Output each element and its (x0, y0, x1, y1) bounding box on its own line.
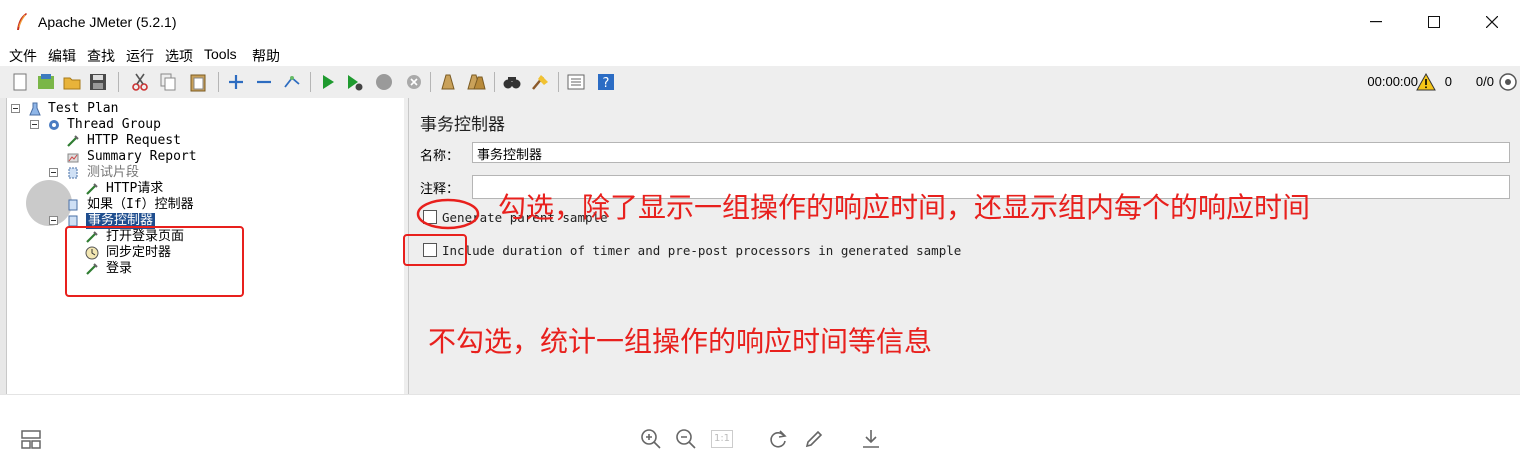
zoom-in-icon[interactable] (640, 428, 662, 450)
pipette-icon (86, 183, 98, 195)
menu-options[interactable]: 选项 (165, 46, 193, 66)
collapse-toggle[interactable] (49, 216, 58, 225)
close-button[interactable] (1462, 6, 1520, 38)
warning-icon[interactable] (1416, 72, 1436, 92)
comment-label: 注释： (420, 182, 460, 197)
tree-node-test-fragment[interactable]: 测试片段 (87, 165, 139, 181)
report-icon (67, 153, 79, 163)
save-icon[interactable] (88, 72, 108, 92)
clear-icon[interactable] (438, 72, 458, 92)
name-label: 名称： (420, 149, 460, 164)
search-icon[interactable] (502, 72, 522, 92)
tree-node-summary-report[interactable]: Summary Report (87, 149, 197, 165)
title-bar: Apache JMeter (5.2.1) (0, 0, 1520, 44)
test-plan-icon (29, 102, 41, 116)
function-helper-icon[interactable] (566, 72, 586, 92)
minimize-button[interactable] (1346, 6, 1406, 38)
annotation-checked-note: 勾选，除了显示一组操作的响应时间，还显示组内每个的响应时间 (498, 191, 1311, 224)
name-field[interactable]: 事务控制器 (472, 142, 1510, 163)
active-threads: 0/0 (1475, 74, 1494, 89)
annotation-box-children (65, 226, 244, 297)
menu-help[interactable]: 帮助 (252, 46, 280, 66)
templates-icon[interactable] (36, 72, 56, 92)
zoom-out-icon[interactable] (675, 428, 697, 450)
new-icon[interactable] (10, 72, 30, 92)
warning-count: 0 (1444, 74, 1452, 89)
stop-icon[interactable] (374, 72, 394, 92)
layout-icon[interactable] (20, 428, 42, 450)
panel-title: 事务控制器 (420, 115, 505, 135)
open-icon[interactable] (62, 72, 82, 92)
close-icon (1486, 16, 1498, 28)
annotation-ellipse (416, 198, 480, 230)
download-icon[interactable] (860, 428, 882, 450)
menu-bar: 文件 编辑 查找 运行 选项 Tools 帮助 (0, 44, 1520, 66)
include-duration-label: Include duration of timer and pre-post p… (442, 243, 962, 258)
shutdown-icon[interactable] (404, 72, 424, 92)
collapse-toggle[interactable] (11, 104, 20, 113)
clear-all-icon[interactable] (466, 72, 486, 92)
remote-status-icon (1499, 73, 1517, 91)
expand-icon[interactable] (226, 72, 246, 92)
tree-node-thread-group[interactable]: Thread Group (67, 117, 161, 133)
menu-search[interactable]: 查找 (87, 46, 115, 66)
toggle-icon[interactable] (282, 72, 302, 92)
svg-text:?: ? (603, 76, 610, 91)
tree-node-test-plan[interactable]: Test Plan (48, 101, 118, 117)
copy-icon[interactable] (158, 72, 178, 92)
menu-tools[interactable]: Tools (204, 46, 237, 62)
cut-icon[interactable] (130, 72, 150, 92)
maximize-icon (1428, 16, 1440, 28)
controller-icon (68, 199, 78, 211)
collapse-icon[interactable] (254, 72, 274, 92)
collapse-toggle[interactable] (49, 168, 58, 177)
annotation-box-unchecked (403, 234, 467, 266)
gear-icon (49, 120, 59, 130)
window-title: Apache JMeter (5.2.1) (38, 14, 177, 30)
menu-edit[interactable]: 编辑 (48, 46, 76, 66)
maximize-button[interactable] (1404, 6, 1464, 38)
paste-icon[interactable] (188, 72, 208, 92)
tree-node-if-controller[interactable]: 如果（If）控制器 (87, 197, 194, 213)
menu-run[interactable]: 运行 (126, 46, 154, 66)
menu-file[interactable]: 文件 (9, 46, 37, 66)
rotate-icon[interactable] (767, 428, 789, 450)
reset-search-icon[interactable] (530, 72, 550, 92)
viewer-toolbar (0, 394, 1520, 450)
help-icon[interactable]: ? (596, 72, 616, 92)
pipette-icon (67, 135, 79, 147)
start-no-pause-icon[interactable] (344, 72, 364, 92)
fragment-icon (68, 167, 78, 179)
toolbar: ? 00:00:00 0 0/0 (0, 66, 1520, 99)
elapsed-timer: 00:00:00 (1367, 74, 1418, 89)
collapse-toggle[interactable] (30, 120, 39, 129)
jmeter-feather-icon (17, 13, 27, 30)
edit-icon[interactable] (803, 428, 825, 450)
start-icon[interactable] (318, 72, 338, 92)
annotation-unchecked-note: 不勾选，统计一组操作的响应时间等信息 (428, 325, 933, 358)
actual-size-icon[interactable]: 1:1 (711, 430, 733, 448)
tree-node-http-cn[interactable]: HTTP请求 (106, 181, 163, 197)
minimize-icon (1370, 21, 1382, 23)
tree-node-http-request[interactable]: HTTP Request (87, 133, 181, 149)
